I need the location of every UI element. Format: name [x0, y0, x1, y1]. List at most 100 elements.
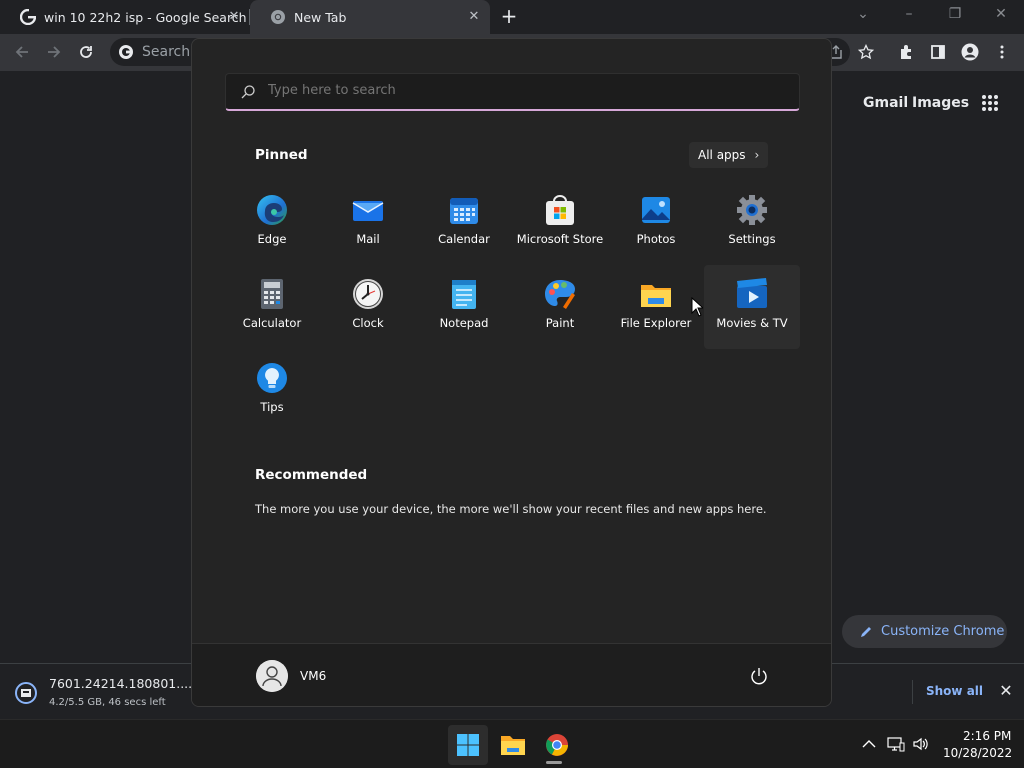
app-label: Clock: [352, 316, 384, 330]
user-name[interactable]: VM6: [300, 669, 326, 683]
bookmark-star-icon[interactable]: [856, 42, 876, 62]
pinned-app-settings[interactable]: Settings: [704, 181, 800, 265]
app-label: Microsoft Store: [516, 232, 604, 246]
app-label: Calculator: [242, 316, 302, 330]
chrome-icon: [546, 734, 568, 756]
pinned-app-paint[interactable]: Paint: [512, 265, 608, 349]
minimize-icon[interactable]: –: [899, 4, 919, 24]
taskbar-start-button[interactable]: [448, 725, 488, 765]
gmail-link[interactable]: Gmail: [863, 95, 908, 111]
photos-icon: [642, 197, 670, 223]
user-avatar-icon[interactable]: [256, 660, 288, 692]
google-apps-icon[interactable]: [981, 94, 999, 112]
forward-icon[interactable]: [44, 42, 64, 62]
google-icon: [119, 45, 133, 59]
search-icon: [241, 85, 255, 99]
settings-icon: [737, 195, 767, 225]
images-link[interactable]: Images: [912, 95, 969, 111]
pinned-app-file-explorer[interactable]: File Explorer: [608, 265, 704, 349]
show-hidden-icons-chevron-up-icon[interactable]: [860, 735, 878, 753]
pencil-icon: [861, 626, 871, 637]
windows-start-icon: [457, 734, 479, 756]
calendar-icon: [450, 198, 478, 224]
reload-icon[interactable]: [76, 42, 96, 62]
all-apps-label: All apps: [698, 148, 746, 162]
notepad-icon: [452, 280, 476, 309]
start-search-input[interactable]: [268, 83, 768, 98]
start-menu-footer: VM6: [192, 643, 831, 706]
app-label: Tips: [260, 400, 284, 414]
customize-chrome-button[interactable]: Customize Chrome: [842, 615, 1007, 648]
app-label: Settings: [728, 232, 776, 246]
menu-kebab-icon[interactable]: [992, 42, 1012, 62]
folder-icon: [501, 736, 525, 755]
app-label: Notepad: [439, 316, 489, 330]
tab-google-search[interactable]: win 10 22h2 isp - Google Search ✕: [0, 0, 250, 34]
download-file-name[interactable]: 7601.24214.180801....iso: [49, 676, 210, 691]
app-label: File Explorer: [620, 316, 692, 330]
close-window-icon[interactable]: ✕: [991, 4, 1011, 24]
clock-icon: [353, 279, 383, 309]
tips-icon: [257, 363, 287, 393]
shelf-divider: [912, 680, 913, 704]
app-label: Mail: [356, 232, 380, 246]
start-menu: Pinned All apps › Edge Mail: [191, 38, 832, 707]
calculator-icon: [261, 279, 283, 309]
recommended-heading: Recommended: [255, 467, 368, 483]
store-icon: [546, 195, 574, 225]
app-label: Calendar: [438, 232, 490, 246]
iso-file-icon[interactable]: [15, 682, 37, 704]
running-app-indicator: [546, 761, 562, 764]
pinned-app-calendar[interactable]: Calendar: [416, 181, 512, 265]
pinned-app-calculator[interactable]: Calculator: [224, 265, 320, 349]
browser-tab-strip: win 10 22h2 isp - Google Search ✕ New Ta…: [0, 0, 1024, 34]
restore-icon[interactable]: ❐: [945, 4, 965, 24]
pinned-app-edge[interactable]: Edge: [224, 181, 320, 265]
start-search-box[interactable]: [225, 73, 800, 111]
back-icon[interactable]: [12, 42, 32, 62]
taskbar-file-explorer[interactable]: [493, 725, 533, 765]
taskbar-date[interactable]: 10/28/2022: [943, 746, 1012, 760]
pinned-app-photos[interactable]: Photos: [608, 181, 704, 265]
pinned-heading: Pinned: [255, 147, 308, 163]
app-label: Paint: [545, 316, 575, 330]
chevron-right-icon: ›: [754, 148, 760, 162]
tab-search-icon[interactable]: ⌄: [853, 4, 873, 24]
google-icon: [20, 9, 36, 25]
edge-icon: [257, 195, 287, 225]
windows-taskbar: 2:16 PM 10/28/2022: [0, 719, 1024, 768]
file-explorer-icon: [641, 285, 671, 307]
recommended-empty-message: The more you use your device, the more w…: [255, 502, 767, 516]
pinned-app-mail[interactable]: Mail: [320, 181, 416, 265]
volume-icon[interactable]: [912, 735, 930, 753]
new-tab-button[interactable]: +: [499, 6, 519, 26]
pinned-app-notepad[interactable]: Notepad: [416, 265, 512, 349]
network-icon[interactable]: [887, 735, 905, 753]
download-status: 4.2/5.5 GB, 46 secs left: [49, 697, 166, 708]
customize-chrome-label: Customize Chrome: [881, 624, 1005, 639]
power-icon[interactable]: [749, 666, 769, 686]
pinned-app-tips[interactable]: Tips: [224, 349, 320, 433]
paint-icon: [545, 280, 575, 309]
taskbar-chrome[interactable]: [537, 725, 577, 765]
mail-icon: [352, 201, 384, 221]
profile-icon[interactable]: [960, 42, 980, 62]
taskbar-time[interactable]: 2:16 PM: [963, 729, 1011, 743]
app-label: Edge: [257, 232, 287, 246]
close-shelf-icon[interactable]: ✕: [998, 683, 1014, 699]
side-panel-icon[interactable]: [928, 42, 948, 62]
mouse-cursor-icon: [691, 297, 703, 317]
show-all-downloads-link[interactable]: Show all: [926, 684, 983, 698]
chrome-icon: [271, 10, 285, 24]
tab-close-icon[interactable]: ✕: [226, 9, 242, 25]
extensions-icon[interactable]: [896, 42, 916, 62]
tab-new-tab[interactable]: New Tab ✕: [250, 0, 490, 34]
tab-close-icon[interactable]: ✕: [466, 9, 482, 25]
all-apps-button[interactable]: All apps ›: [689, 142, 768, 168]
app-label: Movies & TV: [716, 316, 788, 330]
movies-tv-icon: [737, 278, 767, 308]
pinned-app-clock[interactable]: Clock: [320, 265, 416, 349]
tab-title: win 10 22h2 isp - Google Search: [44, 9, 247, 25]
pinned-app-microsoft-store[interactable]: Microsoft Store: [512, 181, 608, 265]
pinned-app-movies-tv[interactable]: Movies & TV: [704, 265, 800, 349]
